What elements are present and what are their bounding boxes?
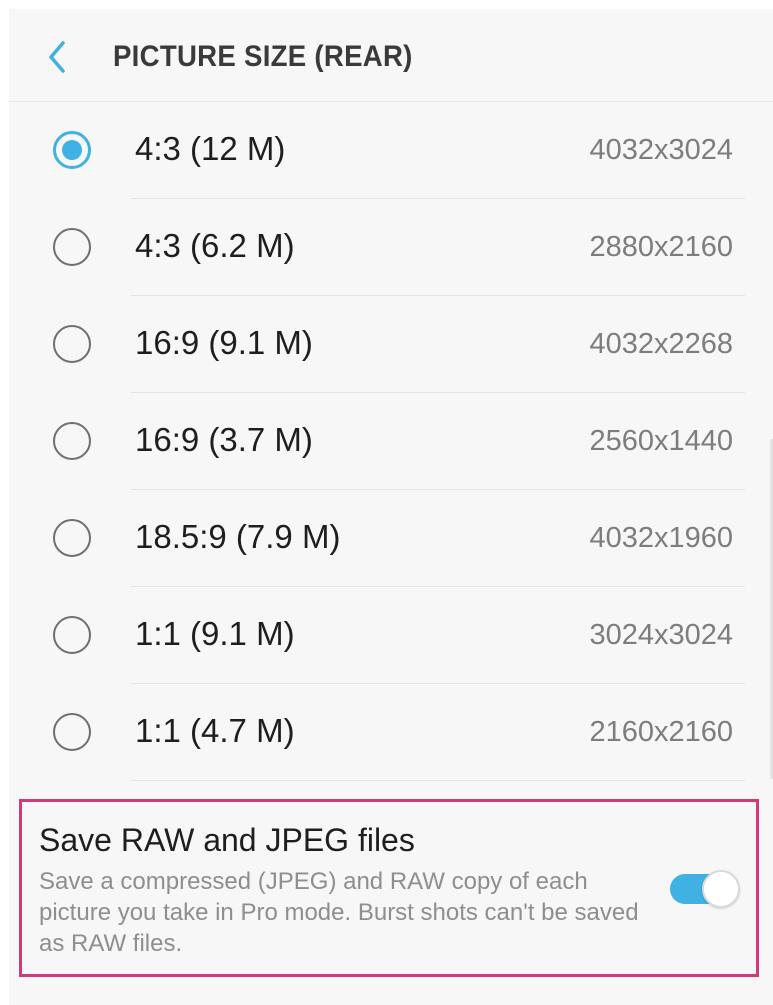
size-option-16-9-9m[interactable]: 16:9 (9.1 M) 4032x2268 (9, 296, 773, 393)
radio-button[interactable] (53, 616, 91, 654)
scroll-edge-shadow (769, 439, 773, 779)
raw-toggle-switch[interactable] (670, 870, 740, 908)
settings-screen: PICTURE SIZE (REAR) 4:3 (12 M) 4032x3024… (9, 9, 773, 1005)
chevron-left-icon (49, 41, 65, 73)
picture-size-list: 4:3 (12 M) 4032x3024 4:3 (6.2 M) 2880x21… (9, 102, 773, 781)
page-title: PICTURE SIZE (REAR) (113, 40, 413, 73)
size-label: 4:3 (6.2 M) (135, 227, 295, 264)
size-label: 4:3 (12 M) (135, 130, 286, 167)
size-resolution: 4032x1960 (589, 522, 733, 554)
size-resolution: 4032x2268 (589, 328, 733, 360)
back-button[interactable] (39, 35, 79, 79)
size-option-1-1-4m[interactable]: 1:1 (4.7 M) 2160x2160 (9, 684, 773, 781)
size-label: 18.5:9 (7.9 M) (135, 518, 341, 555)
size-resolution: 2160x2160 (589, 716, 733, 748)
radio-button[interactable] (53, 713, 91, 751)
size-label: 16:9 (3.7 M) (135, 421, 313, 458)
radio-button[interactable] (53, 131, 91, 169)
app-bar: PICTURE SIZE (REAR) (9, 9, 773, 102)
size-option-16-9-3m[interactable]: 16:9 (3.7 M) 2560x1440 (9, 393, 773, 490)
size-option-1-1-9m[interactable]: 1:1 (9.1 M) 3024x3024 (9, 587, 773, 684)
save-raw-jpeg-setting[interactable]: Save RAW and JPEG files Save a compresse… (19, 799, 759, 977)
size-label: 1:1 (9.1 M) (135, 615, 295, 652)
toggle-thumb (702, 870, 740, 908)
size-resolution: 2880x2160 (589, 231, 733, 263)
radio-button[interactable] (53, 519, 91, 557)
setting-description: Save a compressed (JPEG) and RAW copy of… (39, 868, 639, 957)
size-resolution: 3024x3024 (589, 619, 733, 651)
size-option-4-3-6m[interactable]: 4:3 (6.2 M) 2880x2160 (9, 199, 773, 296)
size-option-18-5-9-7m[interactable]: 18.5:9 (7.9 M) 4032x1960 (9, 490, 773, 587)
size-resolution: 4032x3024 (589, 134, 733, 166)
size-resolution: 2560x1440 (589, 425, 733, 457)
size-label: 1:1 (4.7 M) (135, 712, 295, 749)
size-option-4-3-12m[interactable]: 4:3 (12 M) 4032x3024 (9, 102, 773, 199)
radio-button[interactable] (53, 422, 91, 460)
setting-title: Save RAW and JPEG files (39, 822, 415, 858)
size-label: 16:9 (9.1 M) (135, 324, 313, 361)
divider (131, 780, 745, 781)
radio-button[interactable] (53, 228, 91, 266)
radio-button[interactable] (53, 325, 91, 363)
